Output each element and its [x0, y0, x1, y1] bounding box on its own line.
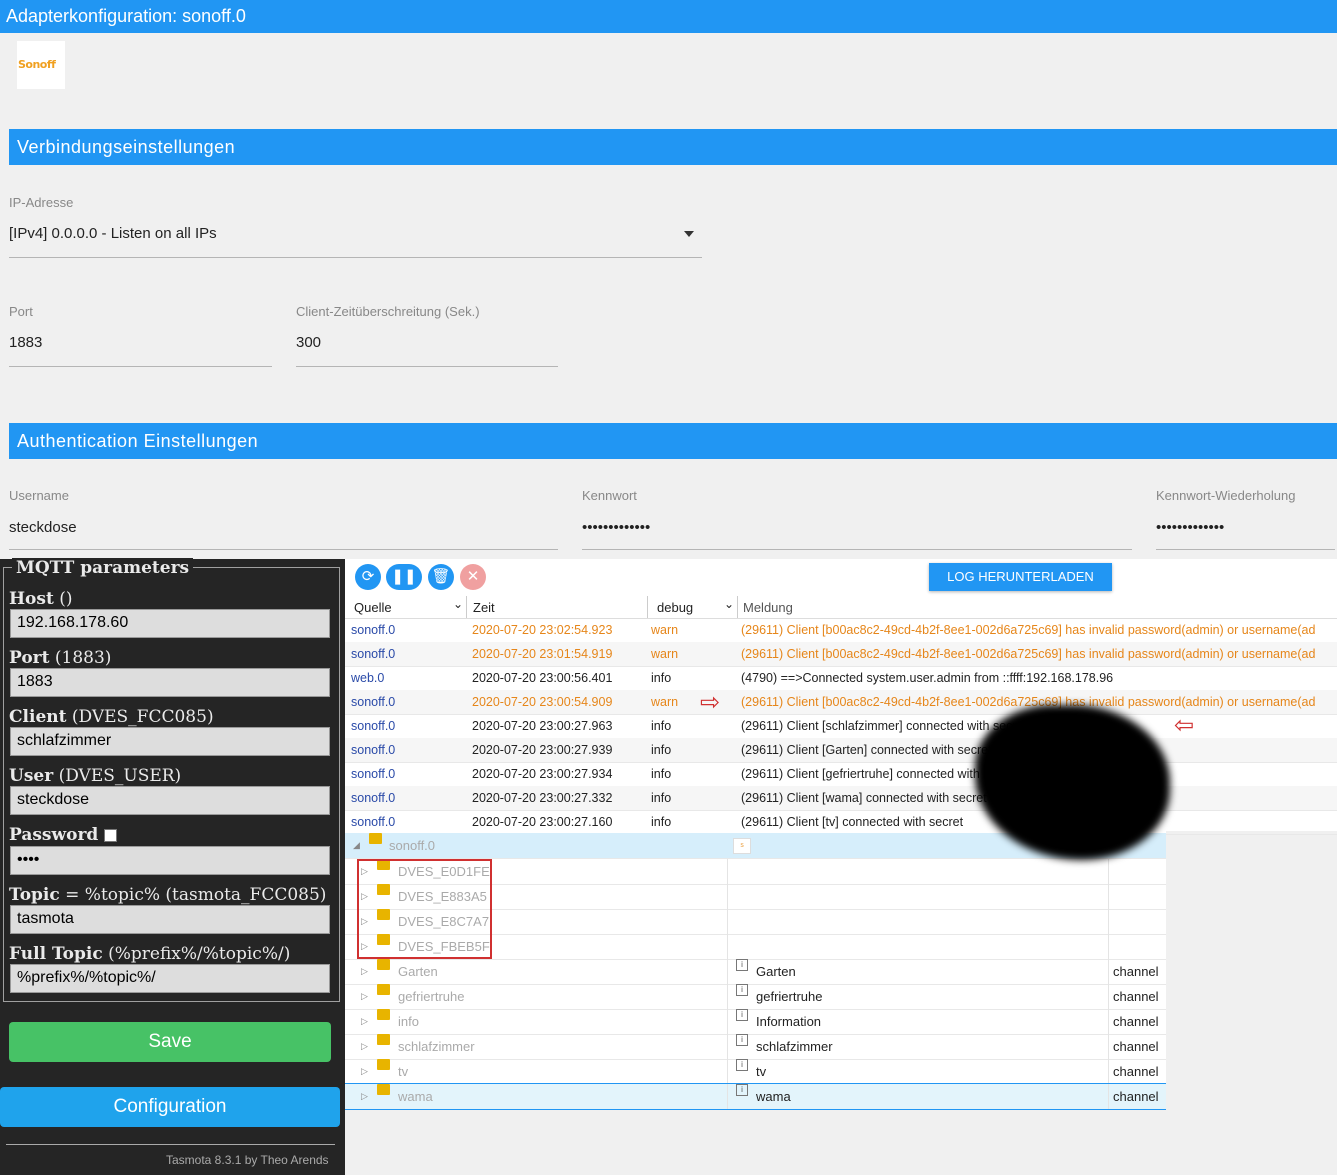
expand-arrow-icon: ▷ [361, 1016, 368, 1026]
folder-icon [377, 1034, 390, 1045]
section-title-auth: Authentication Einstellungen [17, 431, 259, 451]
port-input[interactable]: 1883 [9, 334, 42, 351]
col-divider [466, 596, 467, 618]
info-icon: i [736, 959, 748, 971]
sonoff-small-icon: S [733, 838, 751, 854]
tree-row-selected[interactable]: ▷ wama i wama channel [345, 1083, 1166, 1110]
client-input[interactable]: schlafzimmer [10, 727, 330, 756]
folder-icon [377, 959, 390, 970]
port-label-tasmota: Port (1883) [9, 648, 112, 668]
mqtt-legend: MQTT parameters [12, 558, 194, 578]
log-row[interactable]: sonoff.0 2020-07-20 23:00:27.934 info (2961… [345, 762, 1337, 787]
tree-row[interactable]: ▷ tv i tv channel [345, 1059, 1166, 1085]
expand-arrow-icon: ▷ [361, 966, 368, 976]
info-icon: i [736, 984, 748, 996]
highlight-box [357, 859, 492, 959]
host-label: Host () [9, 589, 73, 609]
fulltopic-label: Full Topic (%prefix%/%topic%/) [9, 944, 291, 964]
timeout-input[interactable]: 300 [296, 334, 321, 351]
log-download-button[interactable]: LOG HERUNTERLADEN [929, 563, 1112, 591]
password-repeat-label: Kennwort-Wiederholung [1156, 488, 1296, 503]
info-icon: i [736, 1084, 748, 1096]
trash-icon[interactable]: 🗑 [428, 564, 454, 590]
col-time: Zeit [473, 600, 495, 615]
user-input[interactable]: steckdose [10, 786, 330, 815]
password-input-tasmota[interactable]: •••• [10, 846, 330, 875]
port-label: Port [9, 304, 33, 319]
expand-arrow-icon: ▷ [361, 991, 368, 1001]
section-header-connection: Verbindungseinstellungen [9, 129, 1337, 165]
password-label: Kennwort [582, 488, 637, 503]
port-input-tasmota[interactable]: 1883 [10, 668, 330, 697]
fulltopic-input[interactable]: %prefix%/%topic%/ [10, 964, 330, 993]
col-source[interactable]: Quelle [354, 600, 392, 615]
col-message: Meldung [743, 600, 793, 615]
log-row[interactable]: sonoff.0 2020-07-20 23:00:27.939 info (2961… [345, 738, 1337, 763]
username-input[interactable]: steckdose [9, 519, 77, 536]
tree-row[interactable]: ▷ gefriertruhe i gefriertruhe channel [345, 984, 1166, 1010]
user-label: User (DVES_USER) [9, 766, 182, 786]
refresh-icon[interactable]: ⟳ [355, 564, 381, 590]
timeout-underline [296, 366, 558, 367]
timeout-label: Client-Zeitüberschreitung (Sek.) [296, 304, 480, 319]
sonoff-logo: Sonoff [17, 41, 65, 89]
folder-icon [377, 984, 390, 995]
password-repeat-input[interactable]: ••••••••••••• [1156, 519, 1224, 536]
section-title-connection: Verbindungseinstellungen [17, 137, 236, 157]
expand-arrow-icon: ▷ [361, 1091, 368, 1101]
client-label: Client (DVES_FCC085) [9, 707, 214, 727]
password-repeat-underline [1156, 549, 1335, 550]
col-level-chevron-icon[interactable]: ⌄ [724, 597, 734, 611]
username-underline [9, 549, 558, 550]
ip-underline [9, 257, 702, 258]
col-divider [647, 596, 648, 618]
folder-icon [377, 1009, 390, 1020]
tree-row[interactable]: ▷ schlafzimmer i schlafzimmer channel [345, 1034, 1166, 1060]
window-title: Adapterkonfiguration: sonoff.0 [6, 6, 246, 26]
ip-select[interactable]: [IPv4] 0.0.0.0 - Listen on all IPs [9, 225, 217, 242]
footer-divider [6, 1144, 335, 1145]
folder-icon [369, 833, 382, 844]
log-row[interactable]: web.0 2020-07-20 23:00:56.401 info (4790) =… [345, 666, 1337, 691]
username-label: Username [9, 488, 69, 503]
log-row[interactable]: sonoff.0 2020-07-20 23:01:54.919 warn (2961… [345, 642, 1337, 667]
tasmota-footer: Tasmota 8.3.1 by Theo Arends [166, 1153, 329, 1167]
col-source-chevron-icon[interactable]: ⌄ [453, 597, 463, 611]
log-row[interactable]: sonoff.0 2020-07-20 23:02:54.923 warn (2961… [345, 618, 1337, 643]
password-input[interactable]: ••••••••••••• [582, 519, 650, 536]
topic-label: Topic = %topic% (tasmota_FCC085) [9, 885, 327, 905]
expand-arrow-icon: ▷ [361, 1041, 368, 1051]
info-icon: i [736, 1059, 748, 1071]
col-level[interactable]: debug [657, 600, 693, 615]
log-row[interactable]: sonoff.0 2020-07-20 23:00:27.332 info (2961… [345, 786, 1337, 811]
port-underline [9, 366, 272, 367]
tree-row[interactable]: ▷ Garten i Garten channel [345, 959, 1166, 985]
configuration-button[interactable]: Configuration [0, 1087, 340, 1127]
window-titlebar: Adapterkonfiguration: sonoff.0 [0, 0, 1337, 33]
expand-arrow-icon: ▷ [361, 1066, 368, 1076]
ip-label: IP-Adresse [9, 195, 74, 210]
folder-icon [377, 1059, 390, 1070]
delete-icon[interactable]: ✕ [460, 564, 486, 590]
log-header: Quelle ⌄ Zeit debug ⌄ Meldung [345, 596, 1337, 619]
show-password-checkbox[interactable] [103, 829, 117, 842]
collapse-arrow-icon[interactable]: ◢ [353, 833, 360, 858]
password-underline [582, 549, 1132, 550]
host-input[interactable]: 192.168.178.60 [10, 609, 330, 638]
col-divider [737, 596, 738, 618]
chevron-down-icon[interactable] [684, 231, 694, 237]
password-label-tasmota: Password [9, 825, 117, 845]
save-button[interactable]: Save [9, 1022, 331, 1062]
topic-input[interactable]: tasmota [10, 905, 330, 934]
logo-text: Sonoff [18, 58, 56, 71]
red-arrow-right-icon: ⇨ [700, 689, 721, 716]
info-icon: i [736, 1034, 748, 1046]
folder-icon [377, 1084, 390, 1095]
section-header-auth: Authentication Einstellungen [9, 423, 1337, 459]
pause-icon[interactable]: ❚❚ [386, 564, 422, 590]
info-icon: i [736, 1009, 748, 1021]
red-arrow-left-icon: ⇦ [1174, 712, 1195, 739]
tree-row[interactable]: ▷ info i Information channel [345, 1009, 1166, 1035]
